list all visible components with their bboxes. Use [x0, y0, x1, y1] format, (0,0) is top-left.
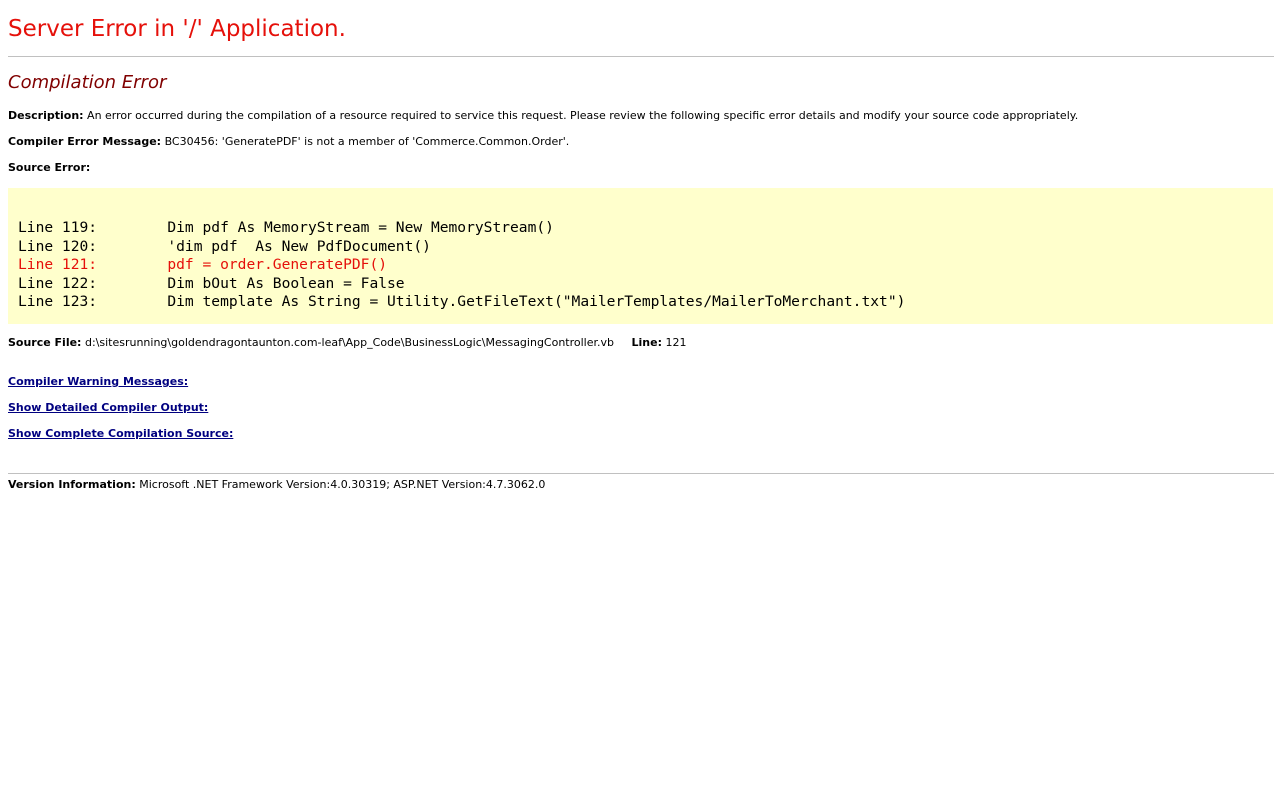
code-line-120: Line 120: 'dim pdf As New PdfDocument()	[18, 237, 431, 255]
page-title: Server Error in '/' Application.	[8, 16, 346, 42]
description-row: Description: An error occurred during th…	[8, 108, 1078, 124]
title-divider	[8, 56, 1274, 57]
code-line-123: Line 123: Dim template As String = Utili…	[18, 293, 906, 311]
line-number: 121	[665, 336, 687, 349]
source-error-row: Source Error:	[8, 160, 90, 176]
version-text: Microsoft .NET Framework Version:4.0.303…	[139, 478, 546, 491]
code-line-122: Line 122: Dim bOut As Boolean = False	[18, 274, 405, 292]
code-line-119: Line 119: Dim pdf As MemoryStream = New …	[18, 219, 554, 236]
source-code-box: Line 119: Dim pdf As MemoryStream = New …	[8, 188, 1273, 324]
detailed-compiler-output-link[interactable]: Show Detailed Compiler Output:	[8, 400, 208, 416]
error-type-heading: Compilation Error	[8, 72, 167, 93]
source-file-path: d:\sitesrunning\goldendragontaunton.com-…	[84, 336, 615, 349]
compiler-warnings-link[interactable]: Compiler Warning Messages:	[8, 374, 188, 390]
source-file-label: Source File:	[8, 336, 82, 349]
compiler-message-label: Compiler Error Message:	[8, 135, 162, 148]
description-label: Description:	[8, 109, 84, 122]
version-label: Version Information:	[8, 478, 136, 491]
description-text: An error occurred during the compilation…	[87, 109, 1079, 122]
source-file-row: Source File: d:\sitesrunning\goldendrago…	[8, 335, 687, 351]
code-line-121-error: Line 121: pdf = order.GeneratePDF()	[18, 256, 388, 274]
version-divider	[8, 473, 1274, 474]
compiler-message-row: Compiler Error Message: BC30456: 'Genera…	[8, 134, 569, 150]
compiler-message-text: BC30456: 'GeneratePDF' is not a member o…	[164, 135, 570, 148]
source-error-label: Source Error:	[8, 161, 91, 174]
source-code-block: Line 119: Dim pdf As MemoryStream = New …	[18, 219, 905, 312]
complete-compilation-source-link[interactable]: Show Complete Compilation Source:	[8, 426, 233, 442]
version-info-row: Version Information: Microsoft .NET Fram…	[8, 477, 545, 493]
line-label: Line:	[631, 336, 662, 349]
